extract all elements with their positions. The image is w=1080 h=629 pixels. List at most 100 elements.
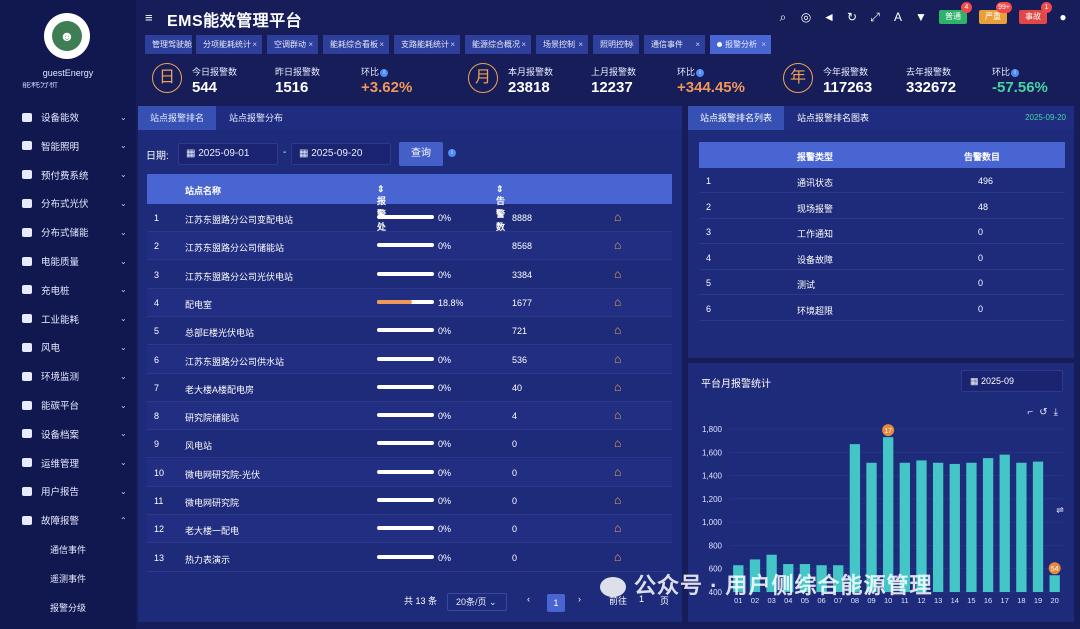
user-avatar[interactable]: ☻: [44, 13, 90, 59]
close-icon[interactable]: ×: [629, 35, 634, 54]
table-row[interactable]: 1 江苏东盟路分公司变配电站 0% 8888 ⌂: [147, 204, 672, 232]
detail-icon[interactable]: ⌂: [614, 352, 621, 366]
table-row[interactable]: 8 研究院储能站 0% 4 ⌂: [147, 402, 672, 431]
detail-icon[interactable]: ⌂: [614, 380, 621, 394]
table-row[interactable]: 6 江苏东盟路分公司供水站 0% 536 ⌂: [147, 345, 672, 374]
sidebar-item-0[interactable]: 设备能效 ⌄: [0, 105, 136, 129]
sidebar-item-cut[interactable]: 能耗分析: [22, 82, 58, 90]
detail-icon[interactable]: ⌂: [614, 295, 621, 309]
detail-icon[interactable]: ⌂: [614, 493, 621, 507]
sidebar-item-1[interactable]: 智能照明 ⌄: [0, 134, 136, 158]
tab-7[interactable]: 照明控制 ×: [593, 35, 639, 54]
table-row[interactable]: 5 总部E楼光伏电站 0% 721 ⌂: [147, 317, 672, 346]
sidebar-item-2[interactable]: 预付费系统 ⌄: [0, 163, 136, 187]
detail-icon[interactable]: ⌂: [614, 465, 621, 479]
tab-2[interactable]: 空调群动 ×: [267, 35, 318, 54]
tab-5[interactable]: 能源综合概况 ×: [465, 35, 531, 54]
close-icon[interactable]: ×: [761, 35, 766, 54]
table-row[interactable]: 3 江苏东盟路分公司光伏电站 0% 3384 ⌂: [147, 261, 672, 289]
help-icon[interactable]: ◎: [799, 10, 813, 24]
sidebar-item-3[interactable]: 分布式光伏 ⌄: [0, 191, 136, 215]
sidebar-item-7[interactable]: 工业能耗 ⌄: [0, 307, 136, 331]
page-size-select[interactable]: 20条/页 ⌄: [447, 593, 507, 611]
theme-icon[interactable]: ▼: [914, 10, 928, 24]
sidebar-item-9[interactable]: 环境监测 ⌄: [0, 364, 136, 388]
table-row[interactable]: 2 江苏东盟路分公司储能站 0% 8568 ⌂: [147, 232, 672, 261]
table-row[interactable]: 1 通讯状态 496: [699, 168, 1065, 193]
tab-ranking-chart[interactable]: 站点报警排名图表: [785, 106, 881, 130]
detail-icon[interactable]: ⌂: [614, 550, 621, 564]
tab-site-ranking[interactable]: 站点报警排名: [138, 106, 217, 130]
info-icon[interactable]: i: [448, 149, 456, 157]
detail-icon[interactable]: ⌂: [614, 210, 621, 224]
sidebar-item-14[interactable]: 故障报警 ⌃: [0, 508, 136, 532]
search-icon[interactable]: ⌕: [776, 10, 790, 25]
tab-4[interactable]: 支路能耗统计 ×: [394, 35, 460, 54]
query-button[interactable]: 查询: [399, 142, 443, 166]
detail-icon[interactable]: ⌂: [614, 408, 621, 422]
prev-page-icon[interactable]: ‹: [527, 594, 530, 604]
tab-0[interactable]: 管理驾驶舱: [145, 35, 192, 54]
close-icon[interactable]: ×: [308, 35, 313, 54]
alert-badge-1[interactable]: 严重 99+: [979, 2, 1012, 24]
sidebar-item-12[interactable]: 运维管理 ⌄: [0, 451, 136, 475]
alert-badge-0[interactable]: 普通 4: [939, 2, 972, 24]
tab-site-distribution[interactable]: 站点报警分布: [217, 106, 295, 130]
tab-6[interactable]: 场景控制 ×: [536, 35, 588, 54]
col-rate[interactable]: 报警处理率 ⇕: [377, 184, 386, 258]
detail-icon[interactable]: ⌂: [614, 267, 621, 281]
info-icon[interactable]: i: [1011, 68, 1020, 77]
sidebar-item-13[interactable]: 用户报告 ⌄: [0, 479, 136, 503]
info-icon[interactable]: i: [696, 68, 705, 77]
table-row[interactable]: 3 工作通知 0: [699, 219, 1065, 245]
menu-toggle-icon[interactable]: ≡: [145, 10, 153, 25]
sidebar-item-11[interactable]: 设备档案 ⌄: [0, 422, 136, 446]
table-row[interactable]: 4 配电室 18.8% 1677 ⌂: [147, 288, 672, 317]
table-row[interactable]: 12 老大楼一配电 0% 0 ⌂: [147, 515, 672, 544]
table-row[interactable]: 7 老大楼A楼配电房 0% 40 ⌂: [147, 374, 672, 402]
tab-ranking-list[interactable]: 站点报警排名列表: [688, 106, 785, 130]
sidebar-item-10[interactable]: 能碳平台 ⌄: [0, 393, 136, 417]
bar[interactable]: [966, 462, 977, 592]
next-page-icon[interactable]: ›: [578, 594, 581, 604]
sidebar-item-5[interactable]: 电能质量 ⌄: [0, 249, 136, 273]
bar[interactable]: [1049, 575, 1060, 592]
date-to-input[interactable]: ▦ 2025-09-20: [291, 143, 391, 165]
col-count[interactable]: 告警数目 ⇕: [496, 184, 505, 245]
info-icon[interactable]: i: [380, 68, 389, 77]
detail-icon[interactable]: ⌂: [614, 436, 621, 450]
sidebar-item-4[interactable]: 分布式储能 ⌄: [0, 220, 136, 244]
sidebar-subitem-2[interactable]: 报警分级: [50, 601, 86, 614]
detail-icon[interactable]: ⌂: [614, 521, 621, 535]
tab-3[interactable]: 能耗综合看板 ×: [323, 35, 389, 54]
bar[interactable]: [982, 458, 994, 592]
alert-badge-2[interactable]: 事故 1: [1019, 2, 1052, 24]
table-row[interactable]: 11 微电网研究院 0% 0 ⌂: [147, 487, 672, 515]
tab-8[interactable]: 通信事件 ×: [644, 35, 705, 54]
close-icon[interactable]: ×: [578, 35, 583, 54]
filter-icon[interactable]: ⇌: [1056, 505, 1064, 515]
sidebar-item-6[interactable]: 充电桩 ⌄: [0, 278, 136, 302]
tab-9[interactable]: 报警分析 ×: [710, 35, 771, 54]
bar[interactable]: [949, 463, 960, 592]
fullscreen-icon[interactable]: ⤢: [868, 10, 882, 25]
user-icon[interactable]: ●: [1056, 10, 1070, 24]
detail-icon[interactable]: ⌂: [614, 323, 621, 337]
bar[interactable]: [999, 454, 1010, 592]
table-row[interactable]: 9 风电站 0% 0 ⌂: [147, 430, 672, 459]
table-row[interactable]: 4 设备故障 0: [699, 245, 1065, 270]
translate-icon[interactable]: A: [891, 10, 905, 24]
close-icon[interactable]: ×: [379, 35, 384, 54]
close-icon[interactable]: ×: [450, 35, 455, 54]
table-row[interactable]: 6 环境超限 0: [699, 296, 1065, 321]
bar[interactable]: [1016, 462, 1027, 592]
close-icon[interactable]: ×: [252, 35, 257, 54]
close-icon[interactable]: ×: [695, 35, 700, 54]
detail-icon[interactable]: ⌂: [614, 238, 621, 252]
bar[interactable]: [1032, 461, 1044, 592]
sidebar-item-8[interactable]: 风电 ⌄: [0, 335, 136, 359]
sidebar-subitem-1[interactable]: 遥测事件: [50, 572, 86, 585]
tab-1[interactable]: 分项能耗统计 ×: [196, 35, 262, 54]
sidebar-subitem-0[interactable]: 通信事件: [50, 543, 86, 556]
date-from-input[interactable]: ▦ 2025-09-01: [178, 143, 278, 165]
